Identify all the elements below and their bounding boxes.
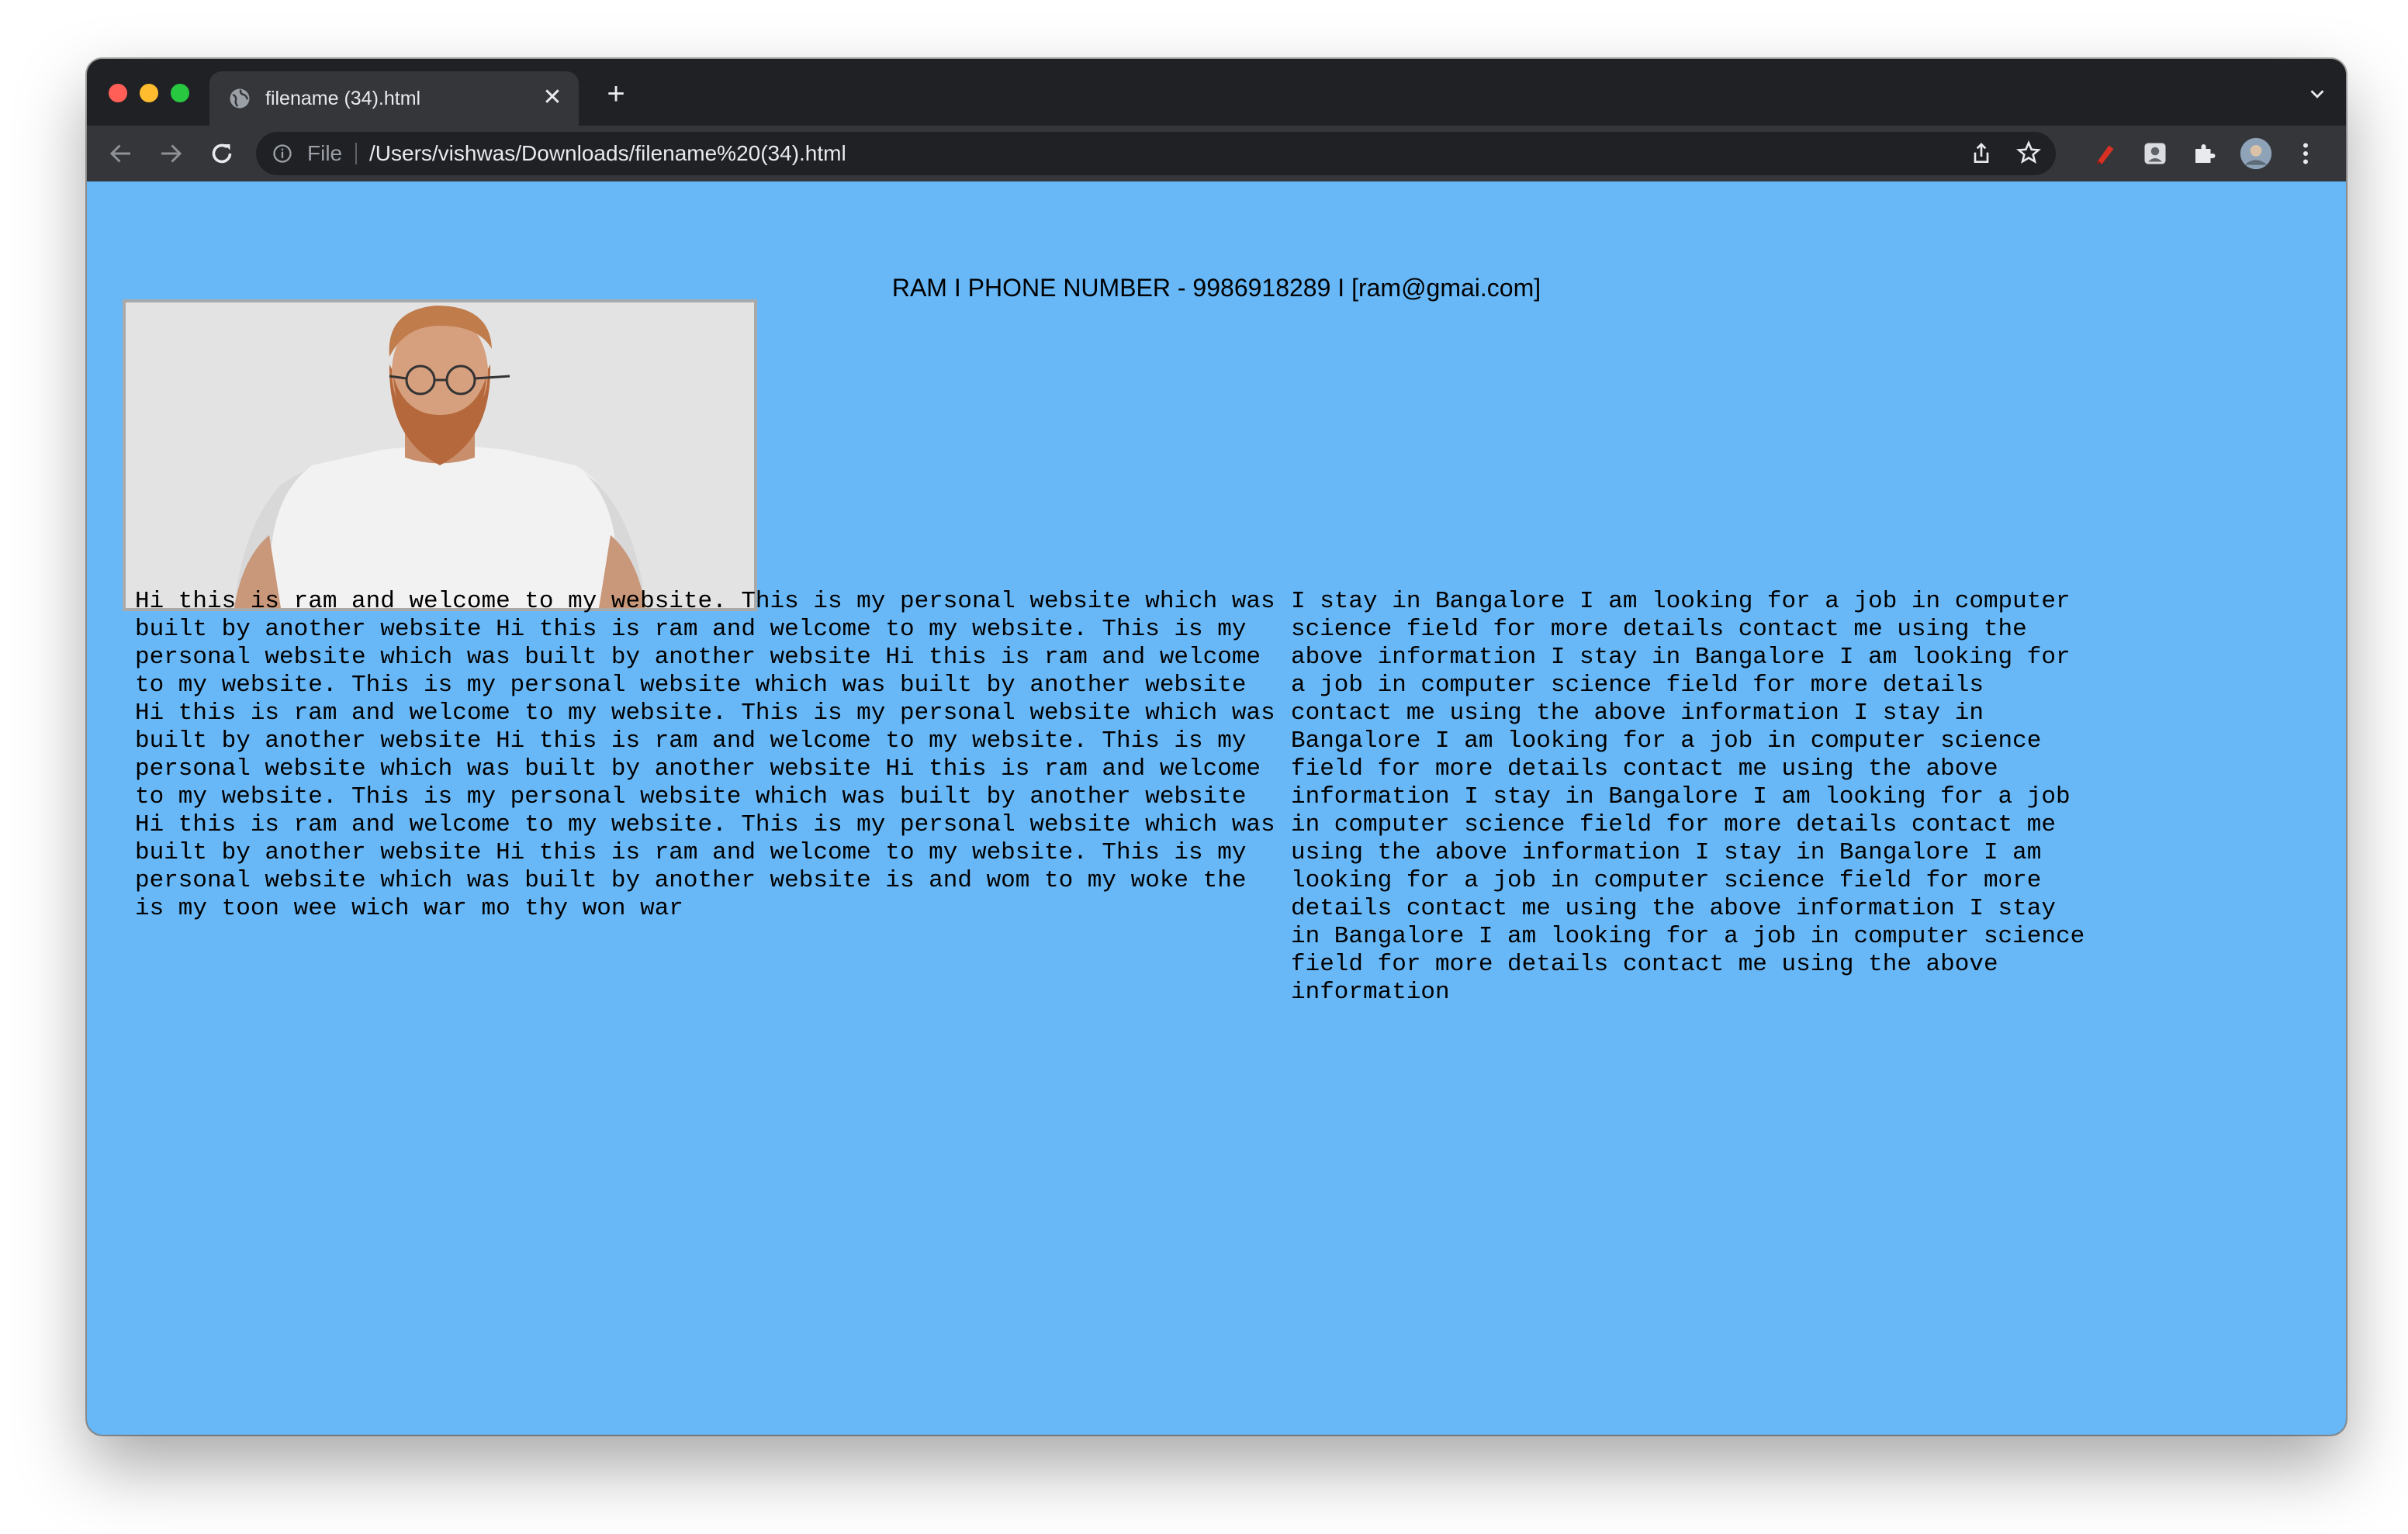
reload-button[interactable] — [205, 136, 239, 171]
pen-icon — [2096, 145, 2114, 164]
bookmark-star-icon[interactable] — [2015, 140, 2042, 166]
more-vertical-icon — [2303, 143, 2308, 164]
bearded-man-image — [126, 302, 754, 608]
maximize-window-button[interactable] — [171, 84, 189, 102]
browser-menu-button[interactable] — [2289, 136, 2323, 171]
page-content: RAM I PHONE NUMBER - 9986918289 I [ram@g… — [87, 181, 2346, 1435]
share-icon[interactable] — [1969, 141, 1994, 166]
tab-active[interactable]: filename (34).html ✕ — [209, 71, 579, 126]
tab-title: filename (34).html — [265, 88, 421, 109]
minimize-window-button[interactable] — [140, 84, 158, 102]
globe-icon — [230, 88, 250, 109]
scheme-label: File — [307, 141, 343, 165]
puzzle-icon — [2195, 144, 2216, 163]
contact-card-icon — [2144, 143, 2166, 164]
extensions-button[interactable] — [2188, 136, 2222, 171]
intro-paragraph: Hi this is ram and welcome to my website… — [135, 588, 1275, 922]
url-text[interactable]: /Users/vishwas/Downloads/filename%20(34)… — [369, 141, 846, 166]
profile-photo — [123, 299, 757, 611]
back-button[interactable] — [104, 136, 138, 171]
reload-icon — [212, 143, 232, 164]
close-tab-icon[interactable]: ✕ — [540, 85, 565, 110]
tab-strip: filename (34).html ✕ + — [87, 59, 2346, 126]
browser-window: filename (34).html ✕ + File /Users/vishw… — [87, 59, 2346, 1435]
new-tab-button[interactable]: + — [600, 78, 631, 110]
back-arrow-icon — [109, 144, 130, 163]
pen-extension-button[interactable] — [2088, 136, 2123, 171]
forward-arrow-icon — [161, 144, 182, 163]
contact-heading: RAM I PHONE NUMBER - 9986918289 I [ram@g… — [891, 274, 1541, 302]
address-bar[interactable]: File /Users/vishwas/Downloads/filename%2… — [256, 132, 2056, 175]
profile-extension-button[interactable] — [2138, 136, 2172, 171]
forward-button[interactable] — [154, 136, 188, 171]
close-window-button[interactable] — [109, 84, 127, 102]
info-icon[interactable] — [272, 143, 293, 164]
toolbar: File /Users/vishwas/Downloads/filename%2… — [87, 126, 2346, 181]
separator — [355, 143, 357, 164]
avatar-icon — [2240, 137, 2272, 170]
location-paragraph: I stay in Bangalore I am looking for a j… — [1291, 588, 2085, 1006]
chevron-down-icon[interactable] — [2306, 82, 2329, 105]
profile-avatar-button[interactable] — [2239, 136, 2273, 171]
